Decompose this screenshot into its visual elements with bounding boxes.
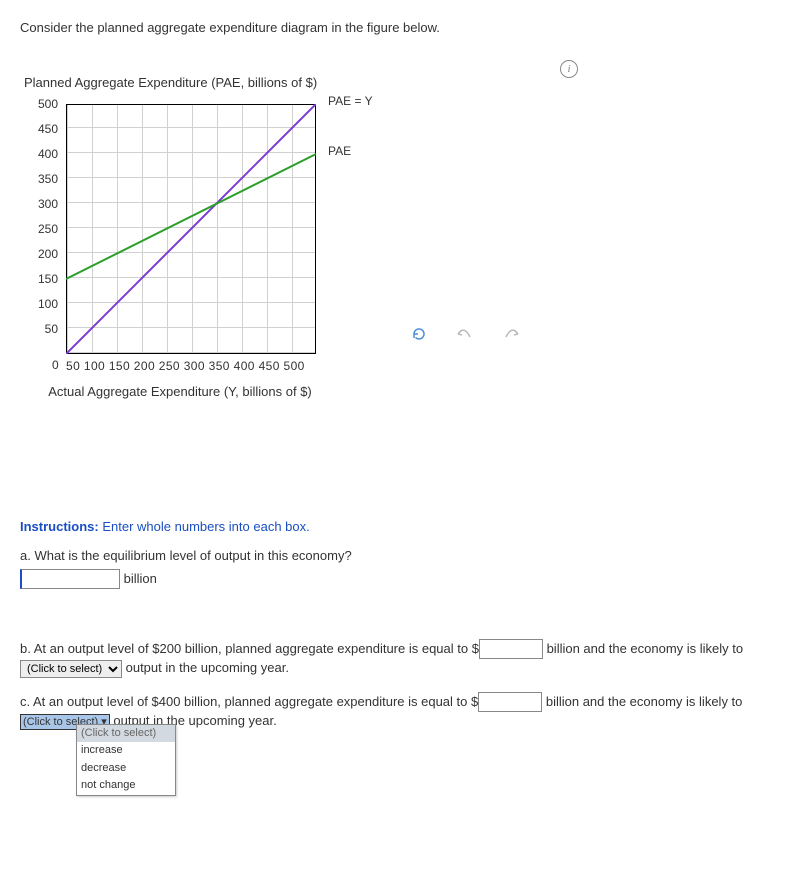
undo-icon[interactable]	[456, 325, 474, 343]
y-tick: 300	[28, 197, 58, 211]
question-a: a. What is the equilibrium level of outp…	[20, 548, 776, 589]
reset-icon[interactable]	[410, 325, 428, 343]
instructions-label: Instructions:	[20, 519, 99, 534]
y-tick: 50	[28, 322, 58, 336]
redo-icon[interactable]	[502, 325, 520, 343]
y-tick: 100	[28, 297, 58, 311]
answer-b-input[interactable]	[479, 639, 543, 659]
dropdown-header: (Click to select)	[77, 725, 175, 742]
instructions: Instructions: Enter whole numbers into e…	[20, 519, 776, 534]
select-c-dropdown: (Click to select) increase decrease not …	[76, 724, 176, 796]
label-pae-equals-y: PAE = Y	[328, 94, 373, 108]
y-tick: 150	[28, 272, 58, 286]
question-intro: Consider the planned aggregate expenditu…	[20, 20, 776, 35]
dropdown-option-decrease[interactable]: decrease	[77, 760, 175, 777]
dropdown-option-increase[interactable]: increase	[77, 742, 175, 759]
select-b[interactable]: (Click to select)	[20, 660, 122, 678]
question-b: b. At an output level of $200 billion, p…	[20, 639, 776, 678]
chart-container: Planned Aggregate Expenditure (PAE, bill…	[20, 75, 776, 399]
question-c: c. At an output level of $400 billion, p…	[20, 692, 776, 730]
dropdown-option-not-change[interactable]: not change	[77, 777, 175, 794]
y-tick: 250	[28, 222, 58, 236]
chart-plot-area: 500 450 400 350 300 250 200 150 100 50 P…	[56, 94, 396, 364]
question-a-text: a. What is the equilibrium level of outp…	[20, 548, 776, 563]
y-tick: 400	[28, 147, 58, 161]
chart-toolbar	[410, 325, 520, 343]
label-pae: PAE	[328, 144, 351, 158]
y-tick: 350	[28, 172, 58, 186]
answer-a-unit: billion	[124, 571, 157, 586]
y-tick: 450	[28, 122, 58, 136]
answer-a-input[interactable]	[20, 569, 120, 589]
y-tick: 200	[28, 247, 58, 261]
x-axis-ticks: 50 100 150 200 250 300 350 400 450 500	[66, 358, 305, 373]
chart-x-axis-title: Actual Aggregate Expenditure (Y, billion…	[20, 384, 340, 399]
plot-box	[66, 104, 316, 354]
origin-label: 0	[52, 358, 59, 372]
chart-y-axis-title: Planned Aggregate Expenditure (PAE, bill…	[24, 75, 776, 90]
answer-c-input[interactable]	[478, 692, 542, 712]
y-tick: 500	[28, 97, 58, 111]
